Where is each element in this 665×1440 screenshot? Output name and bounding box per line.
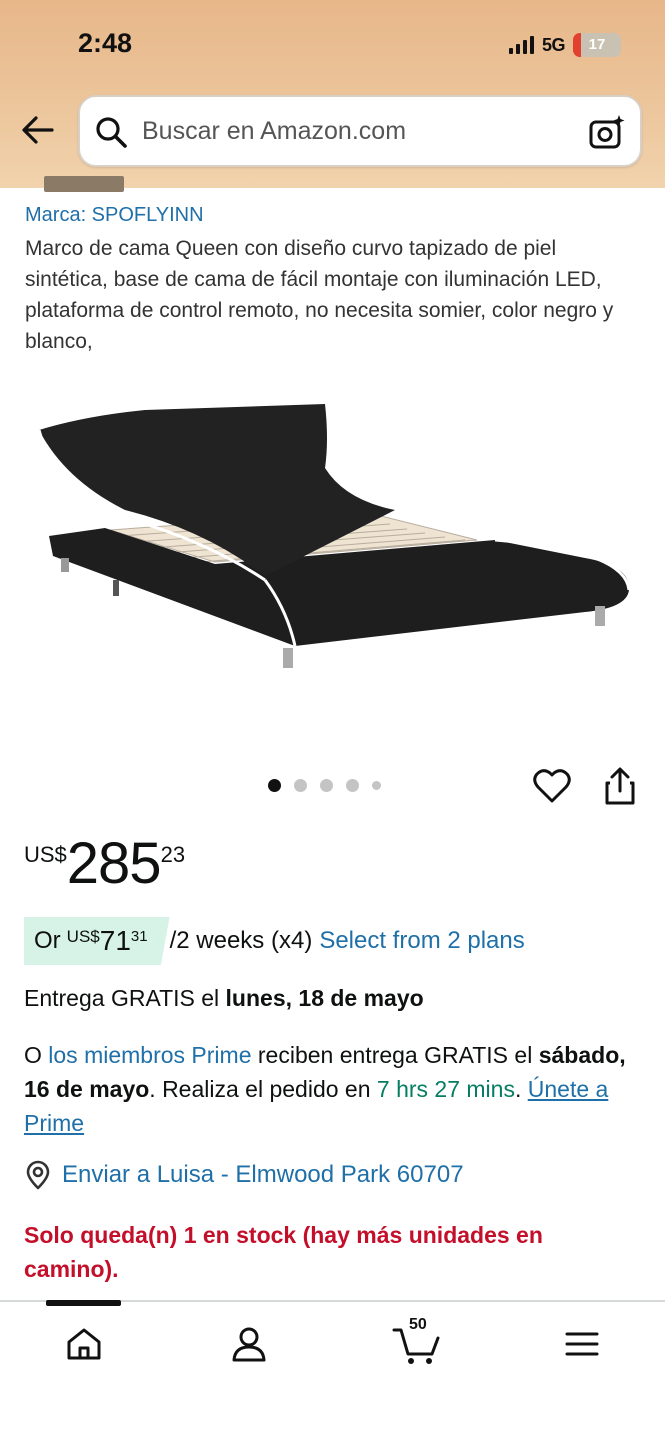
search-bar[interactable]: Buscar en Amazon.com (78, 95, 642, 167)
plan-badge: Or US$ 71 31 (24, 917, 170, 965)
price-whole: 285 (66, 831, 162, 896)
prime-delivery-info: O los miembros Prime reciben entrega GRA… (24, 1038, 634, 1140)
plan-prefix: Or (34, 927, 61, 954)
delivery-info: Entrega GRATIS el lunes, 18 de mayo (24, 985, 424, 1012)
battery-level: 17 (588, 36, 606, 53)
status-time: 2:48 (78, 28, 133, 58)
delivery-location[interactable]: Enviar a Luisa - Elmwood Park 60707 (24, 1160, 464, 1190)
brand-link[interactable]: Marca: SPOFLYINN (25, 204, 204, 227)
camera-icon[interactable] (588, 113, 626, 151)
stock-warning: Solo queda(n) 1 en stock (hay más unidad… (24, 1222, 543, 1282)
plan-period: /2 weeks (x4) (169, 927, 313, 954)
previous-content-peek (0, 176, 665, 196)
search-icon (96, 117, 127, 148)
carousel-dot[interactable] (268, 779, 281, 792)
prime-text-4: . (514, 1076, 528, 1102)
delivery-date: lunes, 18 de mayo (225, 985, 424, 1011)
prime-text-2: reciben entrega GRATIS el (251, 1042, 539, 1068)
prime-text-3: . Realiza el pedido en (149, 1076, 377, 1102)
cart-count-badge: 50 (409, 1316, 427, 1333)
home-icon[interactable] (62, 1322, 106, 1366)
bottom-navigation: 50 (0, 1300, 665, 1440)
location-label: Enviar a Luisa - Elmwood Park 60707 (62, 1161, 464, 1188)
prime-text-1: O (24, 1042, 49, 1068)
prime-members-link[interactable]: los miembros Prime (48, 1042, 251, 1068)
network-label: 5G (541, 34, 566, 55)
account-icon[interactable] (227, 1322, 271, 1366)
carousel-dot[interactable] (372, 781, 381, 790)
app-header: 2:48 5G 17 Buscar en Amazon.com (0, 0, 665, 188)
plan-fraction: 31 (130, 927, 148, 945)
carousel-dot[interactable] (346, 779, 359, 792)
price-currency: US$ (24, 842, 67, 867)
image-carousel-dots[interactable] (268, 779, 381, 792)
product-image[interactable] (25, 380, 640, 700)
order-countdown: 7 hrs 27 mins (376, 1076, 515, 1102)
search-input[interactable]: Buscar en Amazon.com (142, 117, 406, 146)
thumbnail (44, 176, 124, 192)
carousel-dot[interactable] (320, 779, 333, 792)
product-title: Marco de cama Queen con diseño curvo tap… (25, 237, 614, 353)
price-fraction: 23 (160, 842, 186, 867)
payment-plan: Or US$ 71 31 /2 weeks (x4) Select from 2… (24, 917, 525, 965)
heart-icon[interactable] (530, 764, 574, 808)
carousel-dot[interactable] (294, 779, 307, 792)
share-icon[interactable] (600, 766, 640, 808)
plan-currency: US$ (66, 927, 100, 946)
product-price: US$ 285 23 (24, 832, 185, 896)
menu-icon[interactable] (560, 1322, 604, 1366)
back-arrow-icon[interactable] (20, 112, 56, 148)
plan-amount: 71 (99, 925, 131, 956)
delivery-prefix: Entrega GRATIS el (24, 985, 226, 1011)
select-plans-link[interactable]: Select from 2 plans (319, 927, 524, 955)
status-indicators: 5G 17 (508, 32, 621, 58)
location-pin-icon (26, 1160, 50, 1190)
battery-icon: 17 (573, 33, 621, 57)
active-tab-indicator (46, 1300, 121, 1306)
signal-icon (508, 36, 534, 54)
